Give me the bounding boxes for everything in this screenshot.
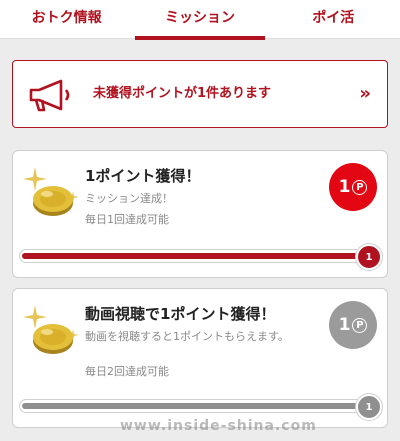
progress-bar: 1 xyxy=(19,394,382,420)
point-unit-icon: P xyxy=(352,317,368,333)
megaphone-icon xyxy=(29,79,70,112)
mission-card[interactable]: 動画視聴で1ポイント獲得！ 動画を視聴すると1ポイントもらえます。 毎日2回達成… xyxy=(12,288,388,428)
mission-description: 動画を視聴すると1ポイントもらえます。 xyxy=(85,330,289,343)
mission-card[interactable]: 1ポイント獲得！ ミッション達成！ 毎日1回達成可能 1P 1 xyxy=(12,150,388,278)
progress-fill xyxy=(22,403,362,409)
mission-description: ミッション達成！ xyxy=(85,192,173,205)
progress-knob: 1 xyxy=(356,394,382,420)
progress-knob: 1 xyxy=(356,244,382,270)
coin-icon xyxy=(23,167,79,216)
watermark: www.inside-shina.com xyxy=(120,418,317,434)
point-value: 1 xyxy=(338,315,351,335)
point-unit-icon: P xyxy=(352,179,368,195)
mission-frequency: 毎日1回達成可能 xyxy=(85,213,169,226)
tab-bar: おトク情報 ミッション ポイ活 xyxy=(0,0,400,40)
point-badge[interactable]: 1P xyxy=(329,301,377,349)
mission-frequency: 毎日2回達成可能 xyxy=(85,365,169,378)
tab-mission[interactable]: ミッション xyxy=(133,0,266,40)
point-value: 1 xyxy=(338,177,351,197)
mission-title: 動画視聴で1ポイント獲得！ xyxy=(85,305,276,323)
chevron-right-icon[interactable]: » xyxy=(359,61,371,127)
progress-bar: 1 xyxy=(19,244,382,270)
point-badge[interactable]: 1P xyxy=(329,163,377,211)
tab-poikatsu[interactable]: ポイ活 xyxy=(267,0,400,38)
unclaimed-points-banner[interactable]: 未獲得ポイントが1件あります » xyxy=(12,60,388,128)
tab-otoku[interactable]: おトク情報 xyxy=(0,0,133,38)
coin-icon xyxy=(23,305,79,354)
banner-text: 未獲得ポイントが1件あります xyxy=(93,86,272,101)
progress-fill xyxy=(22,253,362,259)
mission-title: 1ポイント獲得！ xyxy=(85,167,201,185)
